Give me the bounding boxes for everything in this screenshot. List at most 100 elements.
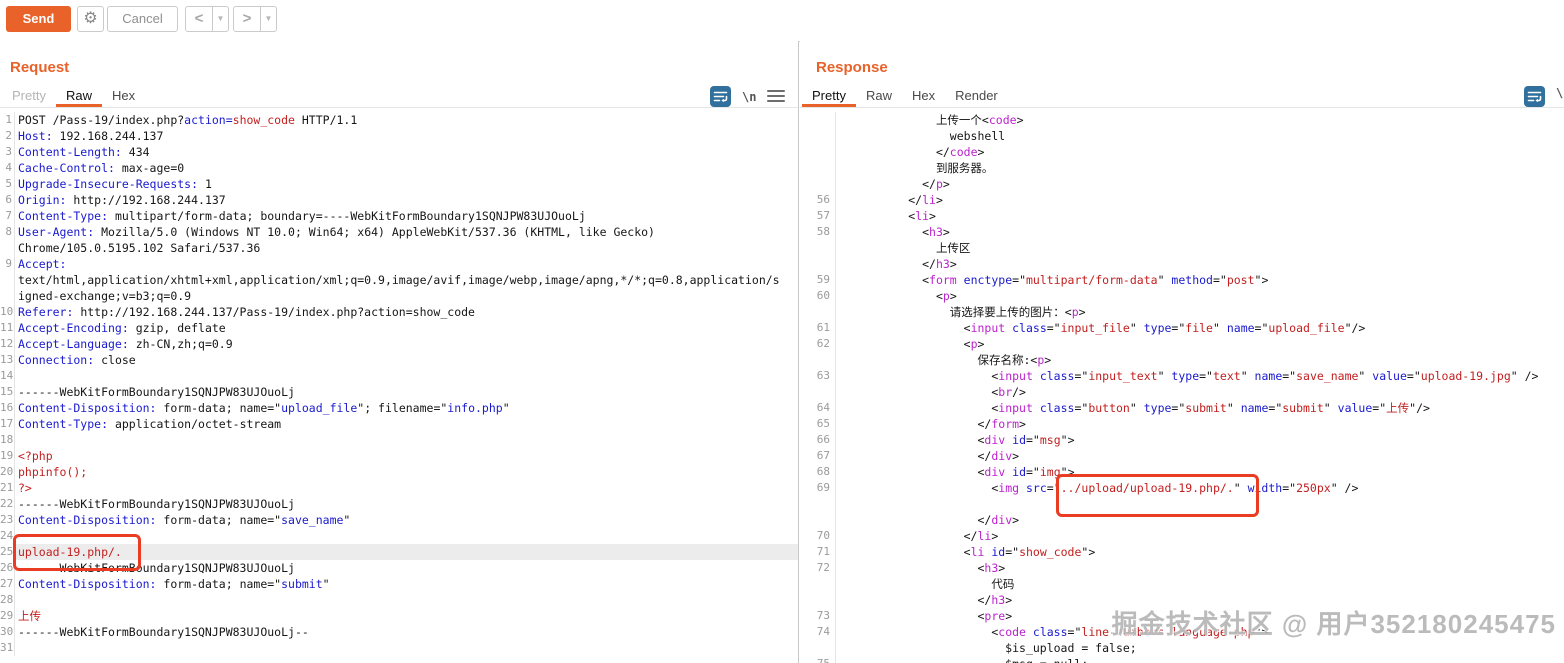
code-line: 12 Accept-Language: zh-CN,zh;q=0.9 (0, 336, 798, 352)
code-line: 到服务器。 (800, 160, 1564, 176)
line-content: 到服务器。 (935, 161, 994, 175)
line-number: 56 (800, 192, 836, 208)
line-number (800, 384, 836, 400)
code-line: 13 Connection: close (0, 352, 798, 368)
line-number: 59 (800, 272, 836, 288)
line-number: 62 (800, 336, 836, 352)
tab-pretty[interactable]: Pretty (802, 85, 856, 107)
next-request-button[interactable]: > ▼ (233, 6, 277, 32)
request-tabs: Pretty Raw Hex (0, 84, 798, 108)
menu-icon[interactable] (767, 89, 786, 104)
line-number: 19 (0, 448, 15, 464)
request-panel: Request Pretty Raw Hex \n 1 POST /Pass-19/i… (0, 41, 799, 663)
code-line: 31 (0, 640, 798, 656)
code-line: 4 Cache-Control: max-age=0 (0, 160, 798, 176)
code-line: 3 Content-Length: 434 (0, 144, 798, 160)
tab-hex[interactable]: Hex (902, 85, 945, 107)
newline-icon[interactable]: \n (742, 90, 756, 104)
line-number: 17 (0, 416, 15, 432)
line-number (800, 592, 836, 608)
line-number: 68 (800, 464, 836, 480)
line-number (800, 128, 836, 144)
line-number: 4 (0, 160, 15, 176)
line-number: 14 (0, 368, 15, 384)
wrap-icon[interactable] (1524, 86, 1545, 107)
line-content: <br/> (991, 385, 1026, 399)
code-line: 28 (0, 592, 798, 608)
code-line: 61 <input class="input_file" type="file"… (800, 320, 1564, 336)
line-number (800, 256, 836, 272)
code-line: <br/> (800, 384, 1564, 400)
line-number (800, 144, 836, 160)
chevron-right-icon[interactable]: > (234, 7, 260, 31)
line-content: text/html,application/xhtml+xml,applicat… (18, 273, 780, 287)
line-content: Content-Length: 434 (18, 145, 150, 159)
line-number: 11 (0, 320, 15, 336)
wrap-icon[interactable] (710, 86, 731, 107)
request-editor[interactable]: 1 POST /Pass-19/index.php?action=show_cod… (0, 112, 798, 663)
code-line: 70 </li> (800, 528, 1564, 544)
line-content: <div id="img"> (977, 465, 1075, 479)
line-number: 2 (0, 128, 15, 144)
send-button[interactable]: Send (6, 6, 71, 32)
line-content: $is_upload = false; (1005, 641, 1137, 655)
newline-icon[interactable]: \n (1556, 86, 1564, 100)
cancel-button[interactable]: Cancel (107, 6, 178, 32)
gear-icon: ⚙ (83, 10, 98, 27)
line-content: upload-19.php/. (15, 544, 798, 560)
tab-pretty[interactable]: Pretty (2, 85, 56, 107)
line-number: 74 (800, 624, 836, 640)
line-content: Content-Disposition: form-data; name="up… (18, 401, 510, 415)
tab-raw[interactable]: Raw (856, 85, 902, 107)
line-content: Upgrade-Insecure-Requests: 1 (18, 177, 212, 191)
code-line: 17 Content-Type: application/octet-stream (0, 416, 798, 432)
code-line: 20 phpinfo(); (0, 464, 798, 480)
line-content: 上传区 (935, 241, 971, 255)
code-line: 59 <form enctype="multipart/form-data" m… (800, 272, 1564, 288)
line-number: 57 (800, 208, 836, 224)
line-content: User-Agent: Mozilla/5.0 (Windows NT 10.0… (18, 225, 655, 239)
chevron-down-icon[interactable]: ▼ (212, 7, 228, 31)
code-line: 19 <?php (0, 448, 798, 464)
code-line: 23 Content-Disposition: form-data; name="… (0, 512, 798, 528)
line-content: Accept-Encoding: gzip, deflate (18, 321, 226, 335)
previous-request-button[interactable]: < ▼ (185, 6, 229, 32)
line-content: Accept: (18, 257, 67, 271)
code-line: $is_upload = false; (800, 640, 1564, 656)
line-number: 30 (0, 624, 15, 640)
tab-hex[interactable]: Hex (102, 85, 145, 107)
code-line: 57 <li> (800, 208, 1564, 224)
tab-render[interactable]: Render (945, 85, 1008, 107)
line-content: ?> (18, 481, 32, 495)
line-content: <h3> (922, 225, 950, 239)
response-viewer[interactable]: 上传一个<code> webshell </code> 到服务器。 </p> 56… (800, 112, 1564, 663)
line-number: 21 (0, 480, 15, 496)
code-line: 18 (0, 432, 798, 448)
line-content: <input class="button" type="submit" name… (991, 401, 1430, 415)
code-line: 22 ------WebKitFormBoundary1SQNJPW83UJOuo… (0, 496, 798, 512)
code-line: 68 <div id="img"> (800, 464, 1564, 480)
code-line: 56 </li> (800, 192, 1564, 208)
line-content: </div> (977, 513, 1020, 527)
code-line: 73 <pre> (800, 608, 1564, 624)
line-number: 13 (0, 352, 15, 368)
code-line: 64 <input class="button" type="submit" n… (800, 400, 1564, 416)
line-content: Content-Type: application/octet-stream (18, 417, 282, 431)
chevron-down-icon[interactable]: ▼ (260, 7, 276, 31)
code-line: 27 Content-Disposition: form-data; name="… (0, 576, 798, 592)
line-content: POST /Pass-19/index.php?action=show_code… (18, 113, 358, 127)
line-content: ------WebKitFormBoundary1SQNJPW83UJOuoLj… (18, 625, 309, 639)
code-line: 8 User-Agent: Mozilla/5.0 (Windows NT 10.… (0, 224, 798, 240)
code-line: 11 Accept-Encoding: gzip, deflate (0, 320, 798, 336)
line-number: 29 (0, 608, 15, 624)
code-line: </code> (800, 144, 1564, 160)
line-content: </h3> (977, 593, 1013, 607)
request-settings-button[interactable]: ⚙ (77, 6, 104, 32)
code-line: 74 <code class="line-numbers language-ph… (800, 624, 1564, 640)
tab-raw[interactable]: Raw (55, 85, 102, 107)
line-content: Content-Disposition: form-data; name="su… (18, 577, 330, 591)
toolbar: Send ⚙ Cancel < ▼ > ▼ (0, 0, 1564, 42)
line-number: 6 (0, 192, 15, 208)
chevron-left-icon[interactable]: < (186, 7, 212, 31)
line-number: 18 (0, 432, 15, 448)
